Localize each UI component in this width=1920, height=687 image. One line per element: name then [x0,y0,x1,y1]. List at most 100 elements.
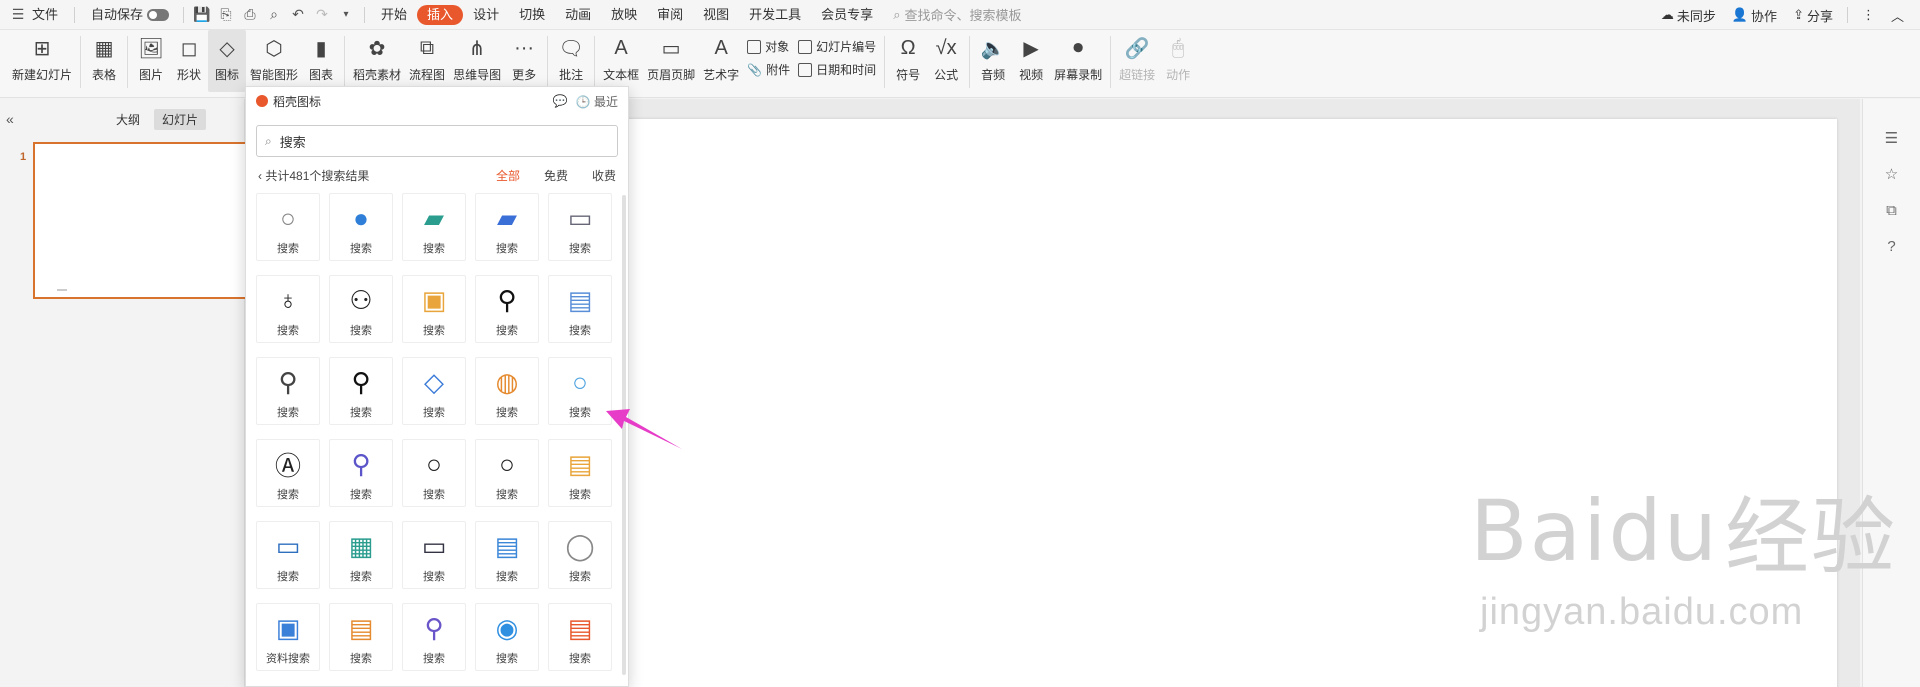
icon-result-item[interactable]: ▭ 搜索 [256,521,320,589]
icon-result-item[interactable]: ▰ 搜索 [402,193,466,261]
thin-magnifier-icon: ⚲ [278,366,298,397]
tab-insert[interactable]: 插入 [417,4,464,25]
command-search[interactable]: ⌕ 查找命令、搜索模板 [893,5,1021,24]
audio-button[interactable]: 🔈 音频 [974,30,1012,92]
header-footer-button[interactable]: ▭ 页眉页脚 [643,30,699,92]
icon-result-item[interactable]: ▤ 搜索 [475,521,539,589]
file-menu[interactable]: 文件 [30,0,68,30]
picture-button[interactable]: 🖼 图片 [132,30,170,92]
icon-result-item[interactable]: ◉ 搜索 [475,603,539,671]
icon-button[interactable]: ◇ 图标 [208,30,247,92]
collapse-ribbon-icon[interactable]: ︿ [1883,6,1920,25]
wordart-button[interactable]: A 艺术字 [699,30,743,92]
tab-transition[interactable]: 切换 [509,0,555,30]
collab-button[interactable]: 👤 协作 [1724,6,1785,25]
icon-result-item[interactable]: ▭ 搜索 [402,521,466,589]
textbox-button[interactable]: A 文本框 [599,30,643,92]
icon-result-item[interactable]: ▣ 资料搜索 [256,603,320,671]
chart-button[interactable]: ▮ 图表 [302,30,340,92]
icon-result-item[interactable]: ⚲ 搜索 [329,439,393,507]
tab-slideshow[interactable]: 放映 [601,0,647,30]
tab-start[interactable]: 开始 [371,0,417,30]
tab-review[interactable]: 审阅 [647,0,693,30]
icon-result-item[interactable]: Ⓐ 搜索 [256,439,320,507]
filter-all[interactable]: 全部 [496,167,520,184]
teal-folder-search-icon: ▰ [424,202,444,233]
icon-result-item[interactable]: ▦ 搜索 [329,521,393,589]
undo-icon[interactable]: ↶ [286,0,310,30]
tab-outline[interactable]: 大纲 [108,109,148,130]
icon-result-item[interactable]: ▤ 搜索 [548,603,612,671]
tab-developer[interactable]: 开发工具 [739,0,811,30]
icon-search-input[interactable] [279,133,580,149]
symbol-button[interactable]: Ω 符号 [889,30,927,92]
icon-result-item[interactable]: ♁ 搜索 [256,275,320,343]
formula-button[interactable]: √x 公式 [927,30,965,92]
icon-result-item[interactable]: ⚲ 搜索 [256,357,320,425]
more-button[interactable]: ··· 更多 [505,30,543,92]
sync-button[interactable]: ☁ 未同步 [1653,6,1724,25]
format-painter-icon[interactable]: ⎘ [214,0,238,30]
back-results-button[interactable]: ‹ 共计481个搜索结果 [258,167,369,184]
icon-result-item[interactable]: ⚲ 搜索 [329,357,393,425]
attachment-button[interactable]: 📎 附件 [747,61,790,78]
autosave-toggle[interactable] [147,8,170,21]
hyperlink-button[interactable]: 🔗 超链接 [1115,30,1159,92]
print-preview-icon[interactable]: ⌕ [262,0,286,30]
tab-slides[interactable]: 幻灯片 [154,109,207,130]
shape-button[interactable]: ◻ 形状 [170,30,208,92]
video-button[interactable]: ▶ 视频 [1012,30,1050,92]
table-button[interactable]: ▦ 表格 [85,30,123,92]
tab-animation[interactable]: 动画 [555,0,601,30]
popup-title-text: 稻壳图标 [273,94,322,109]
icon-result-item[interactable]: ● 搜索 [329,193,393,261]
icon-result-item[interactable]: ○ 搜索 [475,439,539,507]
icon-result-item[interactable]: ⚲ 搜索 [475,275,539,343]
tab-view[interactable]: 视图 [693,0,739,30]
flowchart-button[interactable]: ⧉ 流程图 [405,30,449,92]
mindmap-button[interactable]: ⋔ 思维导图 [449,30,505,92]
animation-star-icon[interactable]: ☆ [1883,165,1901,183]
icon-result-item[interactable]: ○ 搜索 [402,439,466,507]
icon-result-item[interactable]: ▣ 搜索 [402,275,466,343]
action-button[interactable]: 🖱 动作 [1159,30,1197,92]
customize-chevron-icon[interactable]: ▾ [334,0,358,30]
feedback-icon[interactable]: 💬 [553,94,568,108]
collapse-panel-icon[interactable]: « [6,111,14,127]
slide-thumbnail[interactable] [33,142,248,299]
icon-result-item[interactable]: ○ 搜索 [256,193,320,261]
new-slide-button[interactable]: ⊞ 新建幻灯片 [8,30,76,92]
save-icon[interactable]: 💾 [190,0,214,30]
tab-member[interactable]: 会员专享 [811,0,883,30]
tab-design[interactable]: 设计 [463,0,509,30]
cloud-icon: ☁ [1660,7,1674,22]
icon-result-item[interactable]: ▰ 搜索 [475,193,539,261]
slides-copy-icon[interactable]: ⧉ [1883,201,1901,219]
hamburger-menu-icon[interactable]: ☰ [6,0,30,30]
icon-result-item[interactable]: ▤ 搜索 [329,603,393,671]
recent-button[interactable]: 🕒 最近 [576,93,618,110]
icon-result-item[interactable]: ⚇ 搜索 [329,275,393,343]
new-slide-label: 新建幻灯片 [12,68,73,82]
icon-result-item[interactable]: ◇ 搜索 [402,357,466,425]
comment-button[interactable]: 🗨 批注 [552,30,590,92]
screen-record-button[interactable]: ⏺ 屏幕录制 [1050,30,1106,92]
icon-result-item[interactable]: ◯ 搜索 [548,521,612,589]
share-button[interactable]: ⇪ 分享 [1785,6,1841,25]
filter-free[interactable]: 免费 [544,167,568,184]
properties-icon[interactable]: ☰ [1883,129,1901,147]
slide-number-button[interactable]: 幻灯片编号 [798,38,876,55]
icon-result-item[interactable]: ◍ 搜索 [475,357,539,425]
print-icon[interactable]: ⎙ [238,0,262,30]
icon-result-item[interactable]: ⚲ 搜索 [402,603,466,671]
redo-icon[interactable]: ↷ [310,0,334,30]
help-icon[interactable]: ? [1883,237,1901,255]
icon-result-item[interactable]: ▤ 搜索 [548,275,612,343]
more-options-icon[interactable]: ⋮ [1854,7,1883,23]
icon-result-item[interactable]: ▭ 搜索 [548,193,612,261]
filter-paid[interactable]: 收费 [592,167,616,184]
datetime-button[interactable]: 日期和时间 [798,61,876,78]
smart-graphic-button[interactable]: ⬡ 智能图形 [246,30,302,92]
assets-button[interactable]: ✿ 稻壳素材 [349,30,405,92]
object-button[interactable]: 对象 [747,38,790,55]
